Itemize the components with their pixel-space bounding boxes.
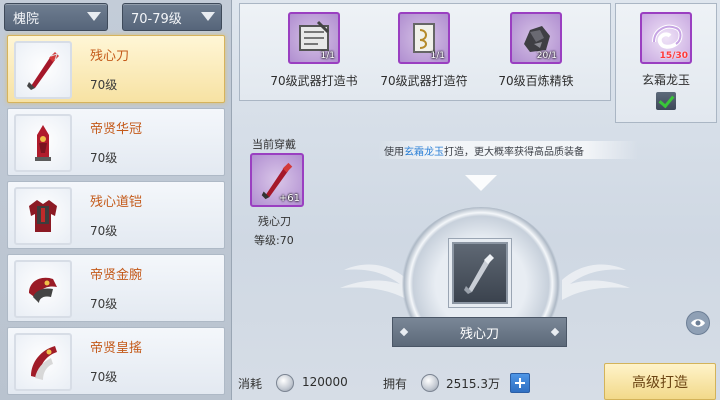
hint-highlight: 玄霜龙玉 — [404, 146, 444, 158]
add-currency-button[interactable] — [510, 373, 530, 393]
material-slot[interactable]: 20/1 70级百炼精铁 — [476, 12, 596, 89]
material-count: 20/1 — [536, 51, 557, 61]
blade-icon — [14, 41, 72, 99]
equipment-list: 残心刀 70级 帝贤华冠 70级 残心道铠 70级 帝贤金腕 70级 帝贤皇搖 … — [7, 35, 225, 400]
material-name: 70级百炼精铁 — [498, 74, 574, 88]
eye-icon — [691, 319, 705, 327]
forge-target-name: 残心刀 — [459, 326, 499, 342]
blade-icon — [464, 254, 494, 294]
silver-coin-icon — [276, 374, 294, 392]
preview-eye-button[interactable] — [686, 311, 710, 335]
current-equip-level: 等级:70 — [254, 234, 294, 247]
current-equip-name: 残心刀 — [258, 215, 291, 228]
hint-suffix: 打造，更大概率获得高品质装备 — [444, 146, 584, 158]
item-name: 残心道铠 — [90, 195, 143, 210]
level-filter-value: 70-79级 — [131, 11, 182, 27]
material-name: 70级武器打造符 — [380, 74, 468, 88]
wing-ornament-icon — [562, 264, 630, 300]
forge-target-slot[interactable] — [452, 242, 508, 304]
talisman-icon: 1/1 — [398, 12, 450, 64]
own-value: 2515.3万 — [446, 377, 500, 391]
equipment-list-panel: 槐院 70-79级 残心刀 70级 帝贤华冠 70级 残心道铠 70级 帝贤金腕… — [0, 0, 232, 400]
cost-value: 120000 — [302, 375, 348, 389]
item-name: 帝贤金腕 — [90, 268, 143, 283]
item-name: 帝贤皇搖 — [90, 341, 143, 356]
arrow-down-icon — [465, 175, 497, 191]
advanced-forge-button[interactable]: 高级打造 — [604, 363, 716, 400]
armor-icon — [14, 187, 72, 245]
list-item[interactable]: 残心刀 70级 — [7, 35, 225, 103]
jade-count: 15/30 — [659, 51, 688, 61]
list-item[interactable]: 残心道铠 70级 — [7, 181, 225, 249]
forge-hint: 使用 玄霜龙玉 打造，更大概率获得高品质装备 — [378, 141, 638, 159]
material-count: 1/1 — [430, 51, 445, 61]
iron-ore-icon: 20/1 — [510, 12, 562, 64]
material-slot[interactable]: 1/1 70级武器打造书 — [254, 12, 374, 89]
belt-icon — [14, 333, 72, 391]
use-jade-checkbox[interactable] — [656, 92, 676, 110]
chevron-down-icon — [201, 12, 215, 21]
material-slot[interactable]: 1/1 70级武器打造符 — [364, 12, 484, 89]
item-level: 70级 — [90, 78, 118, 92]
item-level: 70级 — [90, 370, 118, 384]
scroll-book-icon: 1/1 — [288, 12, 340, 64]
item-level: 70级 — [90, 224, 118, 238]
level-filter-dropdown[interactable]: 70-79级 — [122, 3, 222, 31]
bracer-icon — [14, 260, 72, 318]
list-item[interactable]: 帝贤金腕 70级 — [7, 254, 225, 322]
current-equip-slot[interactable]: +61 — [250, 153, 304, 207]
item-name: 帝贤华冠 — [90, 122, 143, 137]
list-item[interactable]: 帝贤皇搖 70级 — [7, 327, 225, 395]
dragon-jade-icon[interactable]: 15/30 — [640, 12, 692, 64]
item-level: 70级 — [90, 151, 118, 165]
item-level: 70级 — [90, 297, 118, 311]
item-name: 残心刀 — [90, 49, 130, 64]
cost-label: 消耗 — [238, 377, 263, 391]
list-item[interactable]: 帝贤华冠 70级 — [7, 108, 225, 176]
jade-name: 玄霜龙玉 — [641, 73, 690, 87]
silver-coin-icon — [421, 374, 439, 392]
own-label: 拥有 — [383, 377, 408, 391]
material-count: 1/1 — [320, 51, 335, 61]
hint-prefix: 使用 — [384, 146, 404, 158]
sect-filter-dropdown[interactable]: 槐院 — [4, 3, 108, 31]
jade-panel: 15/30 玄霜龙玉 — [615, 3, 717, 123]
forge-target-plate: 残心刀 — [392, 317, 567, 347]
crown-icon — [14, 114, 72, 172]
materials-panel: 1/1 70级武器打造书 1/1 70级武器打造符 20/1 70级百炼精铁 — [239, 3, 611, 101]
material-name: 70级武器打造书 — [270, 74, 358, 88]
current-equip-title: 当前穿戴 — [252, 138, 296, 151]
chevron-down-icon — [87, 12, 101, 21]
enhance-level: +61 — [278, 193, 300, 204]
sect-filter-value: 槐院 — [13, 11, 40, 27]
